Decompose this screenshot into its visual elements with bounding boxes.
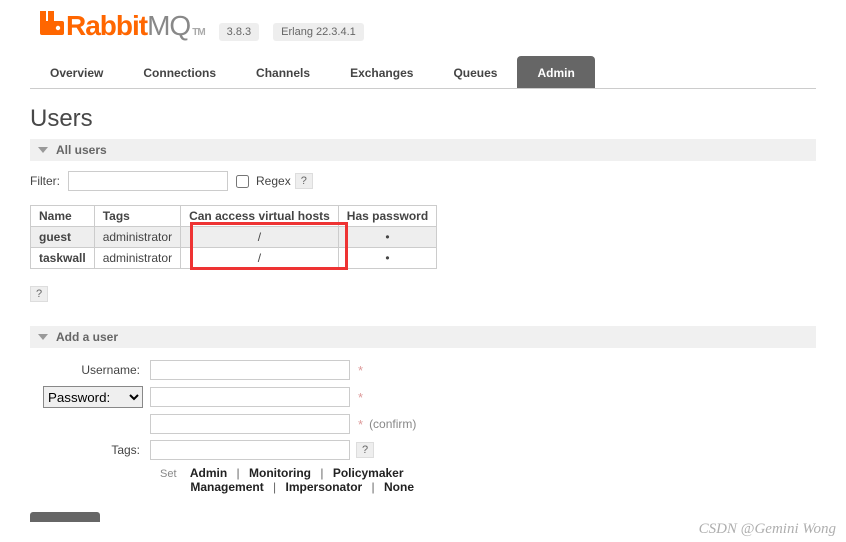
tab-channels[interactable]: Channels	[236, 56, 330, 88]
preset-management[interactable]: Management	[190, 480, 263, 494]
username-input[interactable]	[150, 360, 350, 380]
brand-tm: TM	[192, 27, 204, 38]
header: RabbitMQ TM 3.8.3 Erlang 22.3.4.1	[0, 0, 846, 42]
cell-vhosts: /	[181, 227, 339, 248]
tag-presets: Set Admin | Monitoring | Policymaker Man…	[160, 466, 816, 494]
tab-overview[interactable]: Overview	[30, 56, 123, 88]
password-input[interactable]	[150, 387, 350, 407]
main-tabs: Overview Connections Channels Exchanges …	[30, 56, 816, 89]
cell-tags: administrator	[94, 248, 180, 269]
col-name[interactable]: Name	[31, 206, 95, 227]
add-user-button[interactable]	[30, 512, 100, 522]
users-table-wrap: Name Tags Can access virtual hosts Has p…	[30, 201, 437, 269]
section-add-user-label: Add a user	[56, 330, 118, 344]
preset-policymaker[interactable]: Policymaker	[333, 466, 404, 480]
row-password: Password: *	[30, 386, 816, 408]
preset-none[interactable]: None	[384, 480, 414, 494]
tab-queues[interactable]: Queues	[433, 56, 517, 88]
filter-input[interactable]	[68, 171, 228, 191]
col-has-password[interactable]: Has password	[338, 206, 436, 227]
tags-input[interactable]	[150, 440, 350, 460]
brand-suffix: MQ	[147, 10, 190, 42]
tab-admin[interactable]: Admin	[517, 56, 594, 88]
required-asterisk: *	[358, 390, 363, 405]
required-asterisk: *	[358, 363, 363, 378]
password-confirm-input[interactable]	[150, 414, 350, 434]
watermark: CSDN @Gemini Wong	[699, 521, 836, 538]
tab-connections[interactable]: Connections	[123, 56, 236, 88]
regex-checkbox[interactable]	[236, 175, 249, 188]
preset-admin[interactable]: Admin	[190, 466, 227, 480]
row-tags: Tags: ?	[30, 440, 816, 460]
tab-exchanges[interactable]: Exchanges	[330, 56, 433, 88]
set-label: Set	[160, 468, 177, 480]
section-all-users[interactable]: All users	[30, 139, 816, 161]
row-password-confirm: * (confirm)	[30, 414, 816, 434]
table-row[interactable]: guest administrator / •	[31, 227, 437, 248]
required-asterisk: *	[358, 417, 363, 432]
app-version: 3.8.3	[219, 23, 259, 41]
logo: RabbitMQ TM	[40, 10, 205, 42]
cell-vhosts: /	[181, 248, 339, 269]
row-username: Username: *	[30, 360, 816, 380]
preset-monitoring[interactable]: Monitoring	[249, 466, 311, 480]
help-button[interactable]: ?	[30, 286, 48, 302]
users-table: Name Tags Can access virtual hosts Has p…	[30, 205, 437, 269]
chevron-down-icon	[38, 147, 48, 153]
erlang-version: Erlang 22.3.4.1	[273, 23, 364, 41]
tags-help[interactable]: ?	[356, 442, 374, 458]
chevron-down-icon	[38, 334, 48, 340]
brand-name: Rabbit	[66, 10, 147, 42]
content: Users All users Filter: Regex ? Name Tag…	[0, 89, 846, 542]
table-row[interactable]: taskwall administrator / •	[31, 248, 437, 269]
col-vhosts[interactable]: Can access virtual hosts	[181, 206, 339, 227]
cell-tags: administrator	[94, 227, 180, 248]
cell-password: •	[338, 227, 436, 248]
confirm-label: (confirm)	[369, 417, 416, 431]
filter-row: Filter: Regex ?	[30, 171, 816, 191]
regex-help[interactable]: ?	[295, 173, 313, 189]
section-add-user[interactable]: Add a user	[30, 326, 816, 348]
preset-impersonator[interactable]: Impersonator	[286, 480, 363, 494]
cell-name: taskwall	[31, 248, 95, 269]
tags-label: Tags:	[30, 443, 150, 457]
cell-name: guest	[31, 227, 95, 248]
cell-password: •	[338, 248, 436, 269]
password-select[interactable]: Password:	[43, 386, 143, 408]
col-tags[interactable]: Tags	[94, 206, 180, 227]
regex-label: Regex	[256, 174, 291, 188]
table-header-row: Name Tags Can access virtual hosts Has p…	[31, 206, 437, 227]
section-all-users-label: All users	[56, 143, 107, 157]
filter-label: Filter:	[30, 174, 60, 188]
rabbitmq-icon	[40, 11, 64, 35]
username-label: Username:	[30, 363, 150, 377]
page-title: Users	[30, 105, 816, 133]
